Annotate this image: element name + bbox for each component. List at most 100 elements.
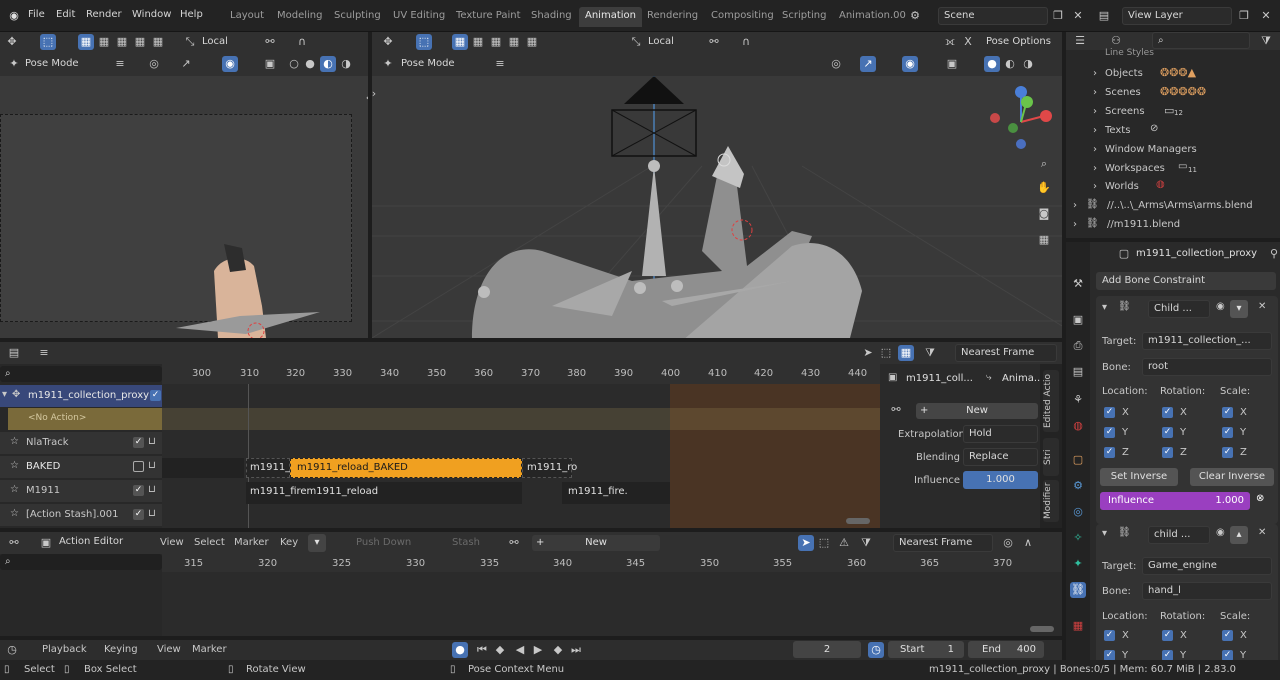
mode-set-icon[interactable]: ▦ [452, 34, 468, 50]
copy-view-layer-icon[interactable]: ❐ [1236, 8, 1252, 24]
transform-orientation-icon[interactable]: ⤡ [182, 34, 198, 50]
stash-button[interactable]: Stash [452, 537, 480, 548]
track-row[interactable]: ☆ M1911 ✓ ⊔ [0, 480, 162, 502]
delete-icon[interactable]: ✕ [1258, 527, 1266, 538]
world-tab-icon[interactable]: ◍ [1070, 418, 1086, 434]
snap-dropdown[interactable]: Nearest Frame [955, 344, 1057, 362]
track-row[interactable]: ▾ ✥ m1911_collection_proxy ✓ [0, 385, 162, 407]
hand-pan-icon[interactable]: ✋ [1036, 180, 1052, 196]
pose-mode-icon[interactable]: ✦ [6, 56, 22, 72]
outliner-item[interactable]: Worlds [1105, 181, 1139, 192]
track-enable-checkbox[interactable]: ✓ [150, 390, 161, 401]
scrollbar[interactable] [1030, 626, 1054, 632]
pose-options-dropdown[interactable]: Pose Options [986, 36, 1051, 47]
menu-render[interactable]: Render [86, 9, 122, 20]
overlays-icon[interactable]: ◉ [222, 56, 238, 72]
hamburger-icon[interactable]: ≡ [492, 56, 508, 72]
pivot-icon[interactable]: ⚯ [706, 34, 722, 50]
solo-star-icon[interactable]: ☆ [10, 508, 19, 519]
cursor-icon[interactable]: ➤ [860, 345, 876, 361]
pin-icon[interactable]: ⚲ [1266, 246, 1280, 262]
prev-keyframe-icon[interactable]: ◆ [492, 642, 508, 658]
loc-x-checkbox[interactable]: ✓ [1104, 407, 1115, 418]
mode-set-icon[interactable]: ▦ [78, 34, 94, 50]
bone-field[interactable]: root [1142, 358, 1272, 376]
outliner-item[interactable]: Screens [1105, 106, 1145, 117]
snap-icon[interactable]: ∩ [294, 34, 310, 50]
action-browse-icon[interactable]: ⚯ [888, 402, 904, 418]
rot-y-checkbox[interactable]: ✓ [1162, 427, 1173, 438]
bone-field[interactable]: hand_l [1142, 582, 1272, 600]
menu-playback[interactable]: Playback [42, 644, 87, 655]
clear-inverse-button[interactable]: Clear Inverse [1190, 468, 1274, 486]
editor-type-icon[interactable]: ☰ [1072, 33, 1088, 49]
library-item[interactable]: //..\..\_Arms\Arms\arms.blend [1107, 200, 1253, 211]
close-view-layer-icon[interactable]: ✕ [1258, 8, 1274, 24]
select-box-icon[interactable]: ⬚ [40, 34, 56, 50]
mode-intersect-icon[interactable]: ▦ [506, 34, 522, 50]
nla-search[interactable]: ⌕ [0, 366, 162, 382]
expand-icon[interactable]: › [1093, 87, 1097, 98]
menu-select[interactable]: Select [194, 537, 225, 548]
next-keyframe-icon[interactable]: ◆ [550, 642, 566, 658]
play-reverse-icon[interactable]: ◀ [512, 642, 528, 658]
expand-icon[interactable]: › [1093, 106, 1097, 117]
outliner-item[interactable]: Window Managers [1105, 144, 1197, 155]
gizmo-icon[interactable]: ↗ [860, 56, 876, 72]
pivot-icon[interactable]: ⚯ [262, 34, 278, 50]
tab-texture-paint[interactable]: Texture Paint [450, 7, 527, 27]
menu-key[interactable]: Key [280, 537, 298, 548]
tab-edited-action[interactable]: Edited Actio [1043, 370, 1059, 432]
rot-z-checkbox[interactable]: ✓ [1162, 447, 1173, 458]
lock-icon[interactable]: ⊔ [148, 484, 156, 495]
mode-intersect-icon[interactable]: ▦ [132, 34, 148, 50]
editor-type-icon[interactable]: ▤ [6, 345, 22, 361]
editor-type-icon[interactable]: ✥ [4, 34, 20, 50]
nla-strip-area[interactable]: 300 310 320 330 340 350 360 370 380 390 … [162, 364, 880, 528]
bone-constraint-tab-icon[interactable]: ⛓ [1070, 582, 1086, 598]
sidebar-toggle-icon[interactable]: ‹ [360, 90, 368, 106]
action-keyframe-area[interactable]: 315 320 325 330 335 340 345 350 355 360 … [162, 554, 1062, 636]
loc-y-checkbox[interactable]: ✓ [1104, 427, 1115, 438]
extrapolation-dropdown[interactable]: Hold [963, 425, 1038, 443]
sidebar-toggle-icon[interactable]: › [372, 86, 382, 102]
nla-strip[interactable] [162, 458, 244, 478]
rot-x-checkbox[interactable]: ✓ [1162, 407, 1173, 418]
lock-icon[interactable]: ⊔ [148, 508, 156, 519]
expand-icon[interactable]: › [1093, 125, 1097, 136]
hamburger-icon[interactable]: ≡ [36, 345, 52, 361]
only-selected-icon[interactable]: ▦ [898, 345, 914, 361]
shading-solid-icon[interactable]: ● [302, 56, 318, 72]
mode-invert-icon[interactable]: ▦ [524, 34, 540, 50]
filter-icon[interactable]: ⧩ [1258, 33, 1274, 49]
snap-icon[interactable]: ∩ [738, 34, 754, 50]
output-tab-icon[interactable]: ⎙ [1070, 338, 1086, 354]
action-browse-icon[interactable]: ⚯ [506, 535, 522, 551]
tab-compositing[interactable]: Compositing [705, 7, 780, 27]
preview-range-icon[interactable]: ◷ [868, 642, 884, 658]
bone-tab-icon[interactable]: ✦ [1070, 556, 1086, 572]
mode-extend-icon[interactable]: ▦ [96, 34, 112, 50]
outliner-item[interactable]: Scenes [1105, 87, 1141, 98]
expand-icon[interactable]: › [1093, 144, 1097, 155]
collapse-icon[interactable]: ▾ [1102, 302, 1107, 313]
mode-invert-icon[interactable]: ▦ [150, 34, 166, 50]
rot-x-checkbox[interactable]: ✓ [1162, 630, 1173, 641]
expand-icon[interactable]: › [1093, 163, 1097, 174]
outliner-item[interactable]: Objects [1105, 68, 1143, 79]
keyframe-type-icon[interactable]: ▾ [308, 534, 326, 552]
mode-dropdown[interactable]: Pose Mode [401, 58, 455, 69]
influence-slider[interactable]: Influence 1.000 [1100, 492, 1250, 510]
snap-dropdown[interactable]: Nearest Frame [893, 534, 993, 552]
expand-icon[interactable]: › [1093, 68, 1097, 79]
channel-search[interactable]: ⌕ [0, 554, 162, 570]
tab-rendering[interactable]: Rendering [641, 7, 704, 27]
shading-material-icon[interactable]: ◐ [320, 56, 336, 72]
texture-tab-icon[interactable]: ▦ [1070, 618, 1086, 634]
copy-scene-icon[interactable]: ❐ [1050, 8, 1066, 24]
view-object-types-icon[interactable]: ◎ [828, 56, 844, 72]
outliner-search[interactable]: ⌕ [1152, 32, 1250, 49]
track-row[interactable]: ☆ BAKED ⊔ [0, 456, 162, 478]
show-hidden-icon[interactable]: ⬚ [816, 535, 832, 551]
editor-type-icon[interactable]: ✥ [380, 34, 396, 50]
